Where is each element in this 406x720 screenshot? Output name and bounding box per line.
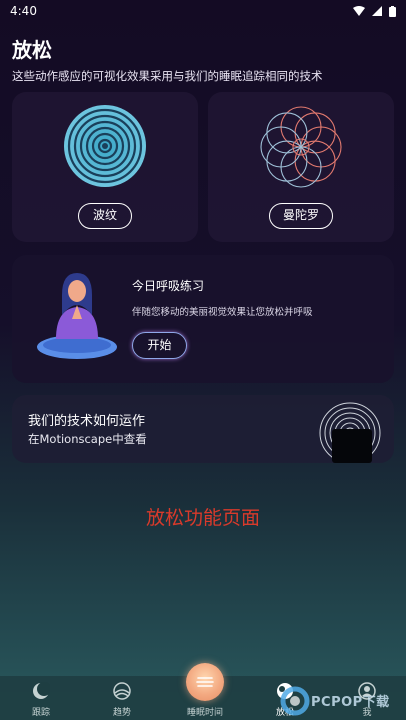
mandala-button[interactable]: 曼陀罗 — [269, 203, 333, 229]
sunset-icon — [196, 677, 214, 687]
watermark: PCPOP下载 — [278, 683, 406, 719]
watermark-logo-icon — [280, 686, 310, 716]
moon-icon — [33, 682, 50, 699]
technology-link[interactable]: 在Motionscape中查看 — [28, 431, 147, 447]
breathing-card: 今日呼吸练习 伴随您移动的美丽视觉效果让您放松并呼吸 开始 — [12, 255, 394, 383]
ripple-button[interactable]: 波纹 — [78, 203, 132, 229]
breathing-description: 伴随您移动的美丽视觉效果让您放松并呼吸 — [132, 307, 313, 318]
status-bar: 4:40 — [0, 0, 406, 22]
ripple-card[interactable]: 波纹 — [12, 92, 198, 242]
mandala-card[interactable]: 曼陀罗 — [208, 92, 394, 242]
mandala-visual — [260, 106, 342, 188]
status-time: 4:40 — [10, 4, 37, 18]
bedtime-button[interactable] — [186, 663, 224, 701]
breathing-title: 今日呼吸练习 — [132, 279, 205, 293]
start-button[interactable]: 开始 — [132, 332, 187, 359]
technology-title: 我们的技术如何运作 — [28, 414, 146, 429]
signal-icon — [372, 6, 382, 16]
ripple-visual — [64, 105, 146, 187]
annotation-caption: 放松功能页面 — [145, 507, 260, 529]
trends-icon — [113, 682, 131, 700]
page-subtitle: 这些动作感应的可视化效果采用与我们的睡眠追踪相同的技术 — [12, 69, 323, 83]
status-icons — [353, 5, 396, 17]
watermark-text: PCPOP下载 — [311, 695, 390, 710]
meditation-illustration — [37, 273, 117, 359]
nav-label-bedtime: 睡眠时间 — [186, 708, 223, 718]
technology-card[interactable]: 我们的技术如何运作 在Motionscape中查看 — [12, 395, 394, 463]
nav-label-track: 跟踪 — [31, 708, 50, 718]
battery-icon — [389, 5, 396, 17]
motionscape-icon — [319, 402, 381, 463]
wifi-icon — [353, 6, 365, 16]
nav-label-trends: 趋势 — [112, 708, 131, 718]
page-title: 放松 — [12, 38, 52, 62]
